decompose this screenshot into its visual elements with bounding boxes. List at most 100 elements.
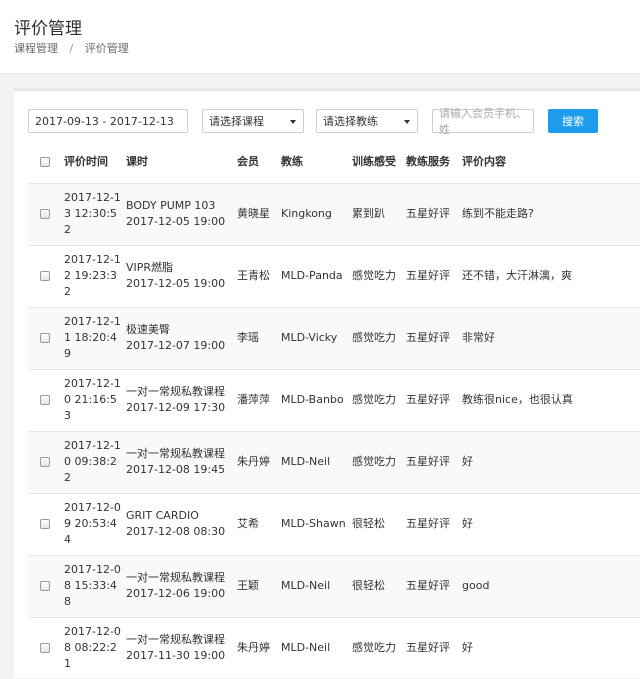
table-row: 2017-12-11 18:20:49 极速美臀 2017-12-07 19:00… xyxy=(28,306,640,369)
member-name: 王颖 xyxy=(237,554,281,617)
member-name: 潘萍萍 xyxy=(237,368,281,431)
review-content: good xyxy=(462,554,640,617)
col-header-review-time: 评价时间 xyxy=(62,141,126,184)
breadcrumb-course-management[interactable]: 课程管理 xyxy=(14,42,58,55)
coach-name: MLD-Banbo xyxy=(281,368,352,431)
reviews-table: 评价时间 课时 会员 教练 训练感受 教练服务 评价内容 2017-12-13 … xyxy=(28,141,640,679)
lesson-time: 2017-12-08 19:45 xyxy=(126,463,226,476)
row-checkbox-cell xyxy=(28,554,62,617)
row-checkbox[interactable] xyxy=(40,271,50,281)
row-checkbox-cell xyxy=(28,616,62,679)
row-checkbox[interactable] xyxy=(40,519,50,529)
review-content: 练到不能走路? xyxy=(462,182,640,245)
training-feel: 感觉吃力 xyxy=(352,430,406,493)
coach-name: Kingkong xyxy=(281,182,352,245)
coach-name: MLD-Shawn xyxy=(281,492,352,555)
review-time: 2017-12-09 20:53:44 xyxy=(62,492,126,555)
training-feel: 感觉吃力 xyxy=(352,306,406,369)
coach-name: MLD-Panda xyxy=(281,244,352,307)
col-header-coach-service: 教练服务 xyxy=(406,141,462,184)
lesson-time: 2017-11-30 19:00 xyxy=(126,649,226,663)
coach-service: 五星好评 xyxy=(406,430,462,493)
row-checkbox[interactable] xyxy=(40,333,50,343)
row-checkbox-cell xyxy=(28,182,62,245)
coach-name: MLD-Neil xyxy=(281,430,352,493)
review-content: 教练很nice，也很认真 xyxy=(462,368,640,431)
review-time: 2017-12-11 18:20:49 xyxy=(62,306,126,369)
page-header: 评价管理 课程管理 / 评价管理 xyxy=(0,0,640,74)
review-content: 好 xyxy=(462,430,640,493)
row-checkbox[interactable] xyxy=(40,581,50,591)
col-header-lesson: 课时 xyxy=(126,141,237,184)
training-feel: 很轻松 xyxy=(352,554,406,617)
row-checkbox-cell xyxy=(28,492,62,555)
table-row: 2017-12-13 12:30:52 BODY PUMP 103 2017-12… xyxy=(28,182,640,245)
table-row: 2017-12-10 09:38:22 一对一常规私教课程 2017-12-08 … xyxy=(28,430,640,493)
row-checkbox[interactable] xyxy=(40,457,50,467)
row-checkbox-cell xyxy=(28,306,62,369)
review-time: 2017-12-10 09:38:22 xyxy=(62,430,126,493)
select-all-checkbox[interactable] xyxy=(40,157,50,168)
training-feel: 感觉吃力 xyxy=(352,244,406,307)
review-content: 非常好 xyxy=(462,306,640,369)
coach-service: 五星好评 xyxy=(406,244,462,307)
row-checkbox[interactable] xyxy=(40,395,50,405)
row-checkbox[interactable] xyxy=(40,643,50,654)
lesson-cell: 一对一常规私教课程 2017-12-06 19:00 xyxy=(126,554,237,617)
course-select-label: 请选择课程 xyxy=(209,115,264,128)
table-row: 2017-12-09 20:53:44 GRIT CARDIO 2017-12-0… xyxy=(28,492,640,555)
lesson-cell: GRIT CARDIO 2017-12-08 08:30 xyxy=(126,492,237,555)
select-all-cell xyxy=(28,141,62,184)
lesson-time: 2017-12-05 19:00 xyxy=(126,277,226,290)
row-checkbox[interactable] xyxy=(40,209,50,219)
review-content: 好 xyxy=(462,616,640,679)
caret-down-icon xyxy=(404,120,410,124)
training-feel: 感觉吃力 xyxy=(352,616,406,679)
breadcrumb-current: 评价管理 xyxy=(84,42,129,55)
table-row: 2017-12-12 19:23:32 VIPR燃脂 2017-12-05 19:… xyxy=(28,244,640,307)
lesson-cell: 一对一常规私教课程 2017-11-30 19:00 xyxy=(126,616,237,679)
member-name: 艾希 xyxy=(237,492,281,555)
table-row: 2017-12-08 08:22:21 一对一常规私教课程 2017-11-30 … xyxy=(28,616,640,679)
lesson-name: BODY PUMP 103 xyxy=(126,199,216,212)
training-feel: 很轻松 xyxy=(352,492,406,555)
table-row: 2017-12-10 21:16:53 一对一常规私教课程 2017-12-09 … xyxy=(28,368,640,431)
review-time: 2017-12-10 21:16:53 xyxy=(62,368,126,431)
review-content: 好 xyxy=(462,492,640,555)
lesson-cell: 极速美臀 2017-12-07 19:00 xyxy=(126,306,237,369)
lesson-time: 2017-12-07 19:00 xyxy=(126,339,226,352)
lesson-time: 2017-12-09 17:30 xyxy=(126,401,226,414)
coach-name: MLD-Vicky xyxy=(281,306,352,369)
content-panel: 2017-09-13 - 2017-12-13 请选择课程 请选择教练 请输入会… xyxy=(14,88,640,679)
coach-service: 五星好评 xyxy=(406,182,462,245)
row-checkbox-cell xyxy=(28,368,62,431)
breadcrumb-separator: / xyxy=(69,42,74,55)
coach-select-label: 请选择教练 xyxy=(323,115,378,128)
lesson-name: 一对一常规私教课程 xyxy=(126,571,225,584)
caret-down-icon xyxy=(290,120,296,124)
coach-service: 五星好评 xyxy=(406,306,462,369)
coach-select[interactable]: 请选择教练 xyxy=(316,109,418,133)
member-search-input[interactable]: 请输入会员手机、姓 xyxy=(432,107,534,136)
coach-service: 五星好评 xyxy=(406,368,462,431)
lesson-name: 一对一常规私教课程 xyxy=(126,633,225,647)
search-button[interactable]: 搜索 xyxy=(548,109,598,133)
lesson-name: GRIT CARDIO xyxy=(126,509,199,522)
date-range-input[interactable]: 2017-09-13 - 2017-12-13 xyxy=(28,109,188,133)
coach-service: 五星好评 xyxy=(406,554,462,617)
lesson-time: 2017-12-05 19:00 xyxy=(126,215,226,228)
lesson-cell: VIPR燃脂 2017-12-05 19:00 xyxy=(126,244,237,307)
lesson-time: 2017-12-06 19:00 xyxy=(126,587,226,600)
member-name: 朱丹婷 xyxy=(237,616,281,679)
review-time: 2017-12-13 12:30:52 xyxy=(62,182,126,245)
member-name: 王青松 xyxy=(237,244,281,307)
coach-name: MLD-Neil xyxy=(281,616,352,679)
col-header-training-feel: 训练感受 xyxy=(352,141,406,184)
member-name: 黄晓星 xyxy=(237,182,281,245)
coach-service: 五星好评 xyxy=(406,492,462,555)
training-feel: 累到趴 xyxy=(352,182,406,245)
lesson-name: VIPR燃脂 xyxy=(126,261,174,274)
course-select[interactable]: 请选择课程 xyxy=(202,109,304,133)
page-title: 评价管理 xyxy=(14,19,82,39)
member-name: 朱丹婷 xyxy=(237,430,281,493)
